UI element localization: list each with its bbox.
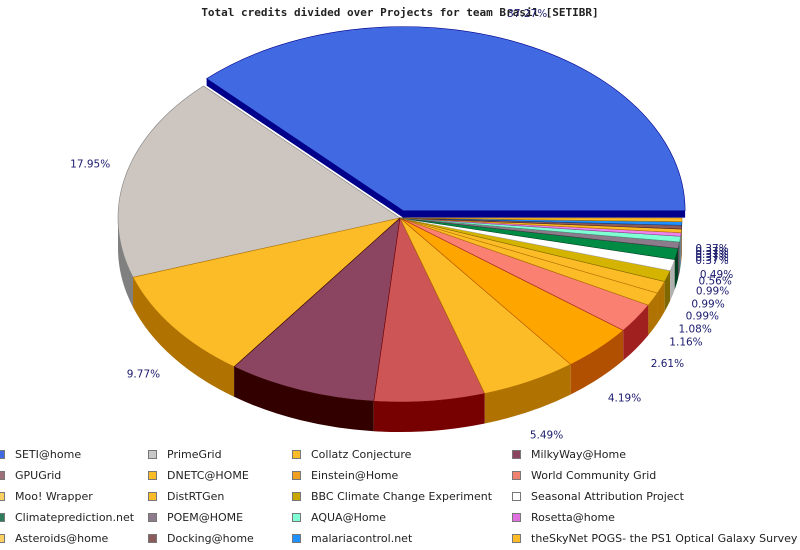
legend-swatch <box>292 534 301 544</box>
legend-label: BBC Climate Change Experiment <box>311 489 493 503</box>
legend-item: Collatz Conjecture <box>292 444 411 464</box>
legend-swatch <box>292 449 301 459</box>
legend-swatch <box>512 491 521 501</box>
legend-swatch <box>148 491 157 501</box>
legend-label: POEM@HOME <box>167 511 244 525</box>
legend-swatch <box>148 534 157 544</box>
pie-chart: 37.27%17.95%9.77%8.53%6.34%5.49%4.19%2.6… <box>70 8 733 440</box>
legend-label: DistRTGen <box>167 489 225 503</box>
legend-item: Rosetta@home <box>512 508 615 528</box>
legend-item: Docking@home <box>148 529 254 549</box>
pie-label: 2.61% <box>651 358 684 370</box>
pie-label: 4.19% <box>608 393 641 405</box>
legend-swatch <box>148 513 157 523</box>
pie-label: 0.99% <box>691 298 724 310</box>
pie-label-small: 0.37% <box>695 255 728 267</box>
legend-label: Asteroids@home <box>15 532 109 546</box>
legend-swatch <box>512 534 521 544</box>
legend-item: AQUA@Home <box>292 508 386 528</box>
legend-swatch <box>0 449 5 459</box>
pie-label: 1.16% <box>669 337 702 349</box>
legend-item: BBC Climate Change Experiment <box>292 486 492 506</box>
legend-label: MilkyWay@Home <box>531 447 626 461</box>
legend-label: Einstein@Home <box>311 468 399 482</box>
pie-label: 5.49% <box>530 430 563 440</box>
legend-swatch <box>148 470 157 480</box>
legend-item: malariacontrol.net <box>292 529 412 549</box>
legend-label: Rosetta@home <box>531 511 615 525</box>
pie-label: 9.77% <box>127 368 160 380</box>
pie-label: 0.99% <box>686 311 719 323</box>
legend-label: DNETC@HOME <box>167 468 249 482</box>
legend-swatch <box>0 470 5 480</box>
legend-label: GPUGrid <box>15 468 62 482</box>
legend-item: theSkyNet POGS- the PS1 Optical Galaxy S… <box>512 529 797 549</box>
legend-label: Moo! Wrapper <box>15 489 93 503</box>
legend-label: malariacontrol.net <box>311 532 413 546</box>
legend-label: Docking@home <box>167 532 254 546</box>
legend-swatch <box>292 470 301 480</box>
legend-item: GPUGrid <box>0 465 61 485</box>
pie-label: 1.08% <box>678 323 711 335</box>
legend-label: PrimeGrid <box>167 447 222 461</box>
legend-item: DNETC@HOME <box>148 465 249 485</box>
legend-item: POEM@HOME <box>148 508 243 528</box>
legend-item: Climateprediction.net <box>0 508 134 528</box>
pie-label: 0.49% <box>700 269 733 281</box>
legend-label: Collatz Conjecture <box>311 447 412 461</box>
legend-swatch <box>512 449 521 459</box>
legend-swatch <box>148 449 157 459</box>
legend: SETI@home PrimeGrid Collatz Conjecture Milk… <box>0 444 800 550</box>
legend-swatch <box>292 491 301 501</box>
legend-label: SETI@home <box>15 447 82 461</box>
legend-label: AQUA@Home <box>311 511 387 525</box>
legend-item: World Community Grid <box>512 465 656 485</box>
legend-item: SETI@home <box>0 444 81 464</box>
legend-item: PrimeGrid <box>148 444 222 464</box>
legend-swatch <box>0 491 5 501</box>
legend-swatch <box>512 513 521 523</box>
legend-item: Asteroids@home <box>0 529 108 549</box>
legend-label: theSkyNet POGS- the PS1 Optical Galaxy S… <box>531 532 798 546</box>
legend-item: DistRTGen <box>148 486 224 506</box>
legend-swatch <box>0 513 5 523</box>
legend-item: MilkyWay@Home <box>512 444 626 464</box>
pie-label: 17.95% <box>70 158 110 170</box>
legend-swatch <box>512 470 521 480</box>
legend-item: Einstein@Home <box>292 465 398 485</box>
legend-swatch <box>0 534 5 544</box>
pie-label: 37.27% <box>507 8 547 20</box>
legend-swatch <box>292 513 301 523</box>
legend-label: Seasonal Attribution Project <box>531 489 684 503</box>
legend-label: Climateprediction.net <box>15 511 135 525</box>
legend-item: Seasonal Attribution Project <box>512 486 684 506</box>
legend-label: World Community Grid <box>531 468 657 482</box>
legend-item: Moo! Wrapper <box>0 486 93 506</box>
